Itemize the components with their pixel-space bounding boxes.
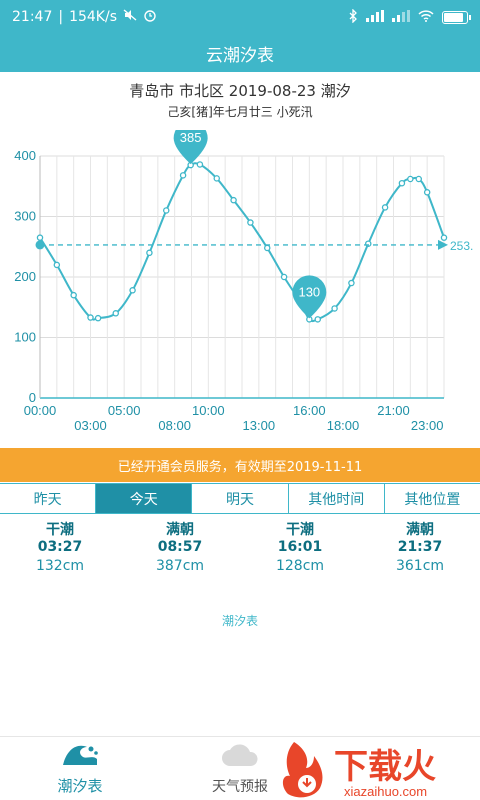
- tide-type: 满朝: [166, 522, 194, 538]
- tide-point: [179, 172, 187, 179]
- tide-point: [230, 196, 237, 204]
- tide-point: [314, 316, 321, 323]
- network-speed: 154K/s: [69, 9, 117, 25]
- tide-point: [423, 189, 431, 196]
- extreme-marker: 130: [292, 275, 327, 319]
- alarm-icon: [143, 8, 157, 26]
- tide-list: 干潮 03:27 132cm 满朝 08:57 387cm 干潮 16:01 1…: [0, 522, 480, 576]
- tab-other-time[interactable]: 其他时间: [288, 484, 385, 513]
- tide-point: [36, 234, 44, 241]
- tide-point: [94, 314, 102, 322]
- x-tick-label: 16:00: [293, 403, 326, 418]
- chart-title: 青岛市 市北区 2019-08-23 潮汐: [129, 82, 351, 100]
- tide-item: 干潮 16:01 128cm: [240, 522, 360, 576]
- membership-banner: 已经开通会员服务，有效期至2019-11-11: [0, 448, 480, 482]
- extreme-label: 130: [298, 284, 320, 299]
- tide-point: [162, 207, 170, 214]
- tide-point: [247, 219, 254, 226]
- signal-2-icon: [392, 9, 410, 25]
- extreme-marker: 385: [173, 130, 208, 165]
- tide-point: [415, 175, 422, 183]
- cloud-icon: [220, 742, 260, 772]
- bluetooth-icon: [348, 7, 358, 26]
- mute-icon: [123, 9, 137, 25]
- tab-tomorrow[interactable]: 明天: [192, 484, 289, 513]
- y-tick-label: 200: [14, 269, 36, 284]
- tide-point: [398, 179, 406, 187]
- tide-item: 满朝 08:57 387cm: [120, 522, 240, 576]
- signal-icon: [366, 9, 384, 25]
- tide-height: 387cm: [155, 558, 205, 574]
- watermark-url: xiazaihuo.com: [344, 784, 427, 799]
- x-tick-label: 05:00: [108, 403, 141, 418]
- tide-height: 361cm: [395, 558, 445, 574]
- tide-point: [348, 279, 355, 287]
- tide-time: 08:57: [157, 539, 203, 555]
- tide-type: 干潮: [286, 522, 314, 538]
- nav-tide-table[interactable]: 潮汐表: [0, 737, 160, 800]
- x-tick-label: 21:00: [377, 403, 410, 418]
- app-bar: 云潮汐表: [0, 34, 480, 72]
- chart-subtitle: 己亥[猪]年七月廿三 小死汛: [167, 105, 313, 119]
- y-tick-label: 100: [14, 330, 36, 345]
- tide-time: 21:37: [397, 539, 443, 555]
- watermark-logo: 下载火 xiazaihuo.com: [282, 742, 436, 799]
- tide-type: 满朝: [406, 522, 434, 538]
- tide-point: [87, 314, 94, 321]
- tide-point: [70, 291, 77, 299]
- nav-label: 天气预报: [212, 778, 268, 795]
- x-tick-label: 18:00: [327, 418, 360, 433]
- tide-item: 干潮 03:27 132cm: [0, 522, 120, 576]
- tide-type: 干潮: [46, 522, 74, 538]
- tide-point: [213, 175, 220, 182]
- status-time: 21:47: [12, 9, 53, 25]
- wifi-icon: [418, 9, 434, 25]
- nav-label: 潮汐表: [57, 777, 103, 795]
- tide-point: [440, 234, 448, 241]
- tide-time: 16:01: [277, 539, 323, 555]
- tide-time: 03:27: [37, 539, 83, 555]
- tide-point: [53, 261, 61, 269]
- tide-point: [146, 249, 153, 257]
- tide-item: 满朝 21:37 361cm: [360, 522, 480, 576]
- x-tick-label: 03:00: [74, 418, 107, 433]
- battery-icon: [442, 10, 471, 24]
- tab-other-location[interactable]: 其他位置: [384, 484, 480, 513]
- status-bar: 21:47 | 154K/s: [0, 0, 480, 34]
- tide-table-link[interactable]: 潮汐表: [0, 612, 480, 629]
- x-tick-label: 08:00: [158, 418, 191, 433]
- tide-height: 132cm: [35, 558, 85, 574]
- app-title: 云潮汐表: [206, 45, 274, 66]
- x-tick-label: 10:00: [192, 403, 225, 418]
- tide-chart: 010020030040000:00 05:00 10:00 16:00 21:0003…: [14, 130, 473, 433]
- y-tick-label: 400: [14, 148, 36, 163]
- tide-height: 128cm: [275, 558, 325, 574]
- wave-icon: [61, 741, 99, 771]
- x-tick-label: 23:00: [411, 418, 444, 433]
- x-tick-label: 00:00: [24, 403, 57, 418]
- tide-point: [407, 175, 414, 183]
- tide-point: [331, 305, 338, 312]
- extreme-label: 385: [180, 130, 202, 145]
- tide-point: [196, 161, 204, 168]
- tide-point: [263, 244, 271, 252]
- membership-text: 已经开通会员服务，有效期至2019-11-11: [117, 459, 363, 475]
- tab-yesterday[interactable]: 昨天: [0, 484, 97, 513]
- day-tabs: 昨天 今天 明天 其他时间 其他位置: [0, 483, 480, 514]
- watermark-text: 下载火: [334, 748, 436, 786]
- y-tick-label: 300: [14, 209, 36, 224]
- tide-point: [112, 310, 120, 317]
- current-level-label: 253.: [450, 239, 473, 253]
- tide-point: [129, 287, 136, 294]
- tab-today[interactable]: 今天: [96, 484, 193, 513]
- x-tick-label: 13:00: [243, 418, 276, 433]
- current-level-arrow: [438, 239, 448, 250]
- tide-point: [381, 204, 389, 211]
- tide-point: [280, 273, 288, 281]
